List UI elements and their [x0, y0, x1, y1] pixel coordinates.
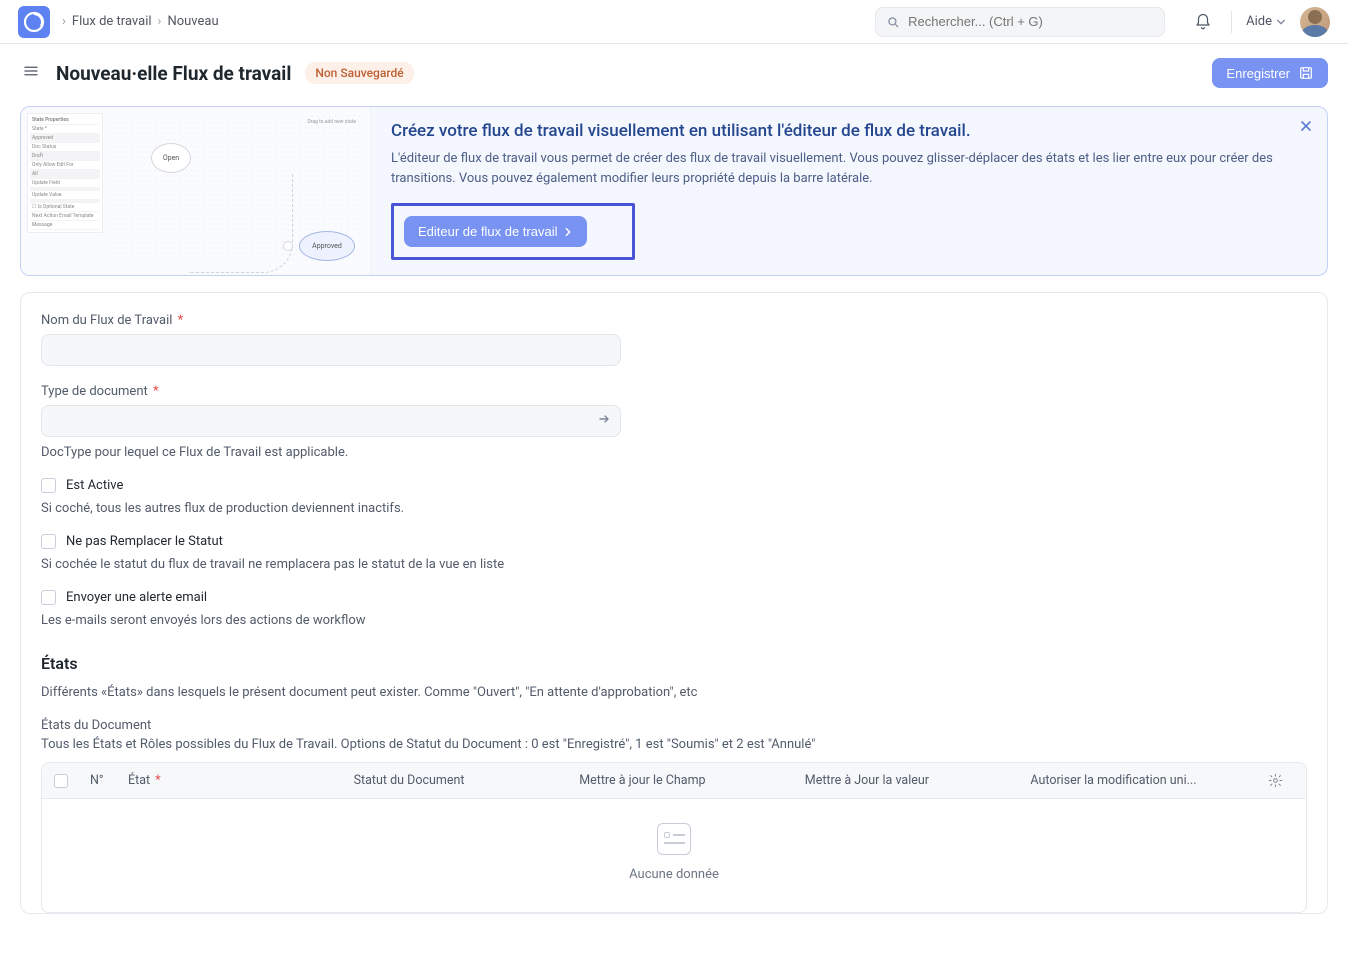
status-badge: Non Sauvegardé — [305, 62, 413, 84]
document-type-help: DocType pour lequel ce Flux de Travail e… — [41, 445, 621, 460]
states-section-desc: Différents «États» dans lesquels le prés… — [41, 685, 1307, 700]
states-section-title: États — [41, 654, 1307, 673]
banner-close-button[interactable] — [1299, 119, 1313, 137]
col-header-state: État * — [118, 773, 344, 788]
user-avatar[interactable] — [1300, 7, 1330, 37]
notifications-bell[interactable] — [1189, 8, 1217, 36]
workflow-name-label: Nom du Flux de Travail * — [41, 313, 621, 328]
banner-title: Créez votre flux de travail visuellement… — [391, 121, 1307, 141]
arrow-right-icon — [597, 412, 611, 430]
breadcrumb-new: Nouveau — [167, 14, 218, 29]
send-email-label[interactable]: Envoyer une alerte email — [66, 590, 207, 605]
col-header-allow-edit: Autoriser la modification uni... — [1020, 773, 1246, 788]
override-status-checkbox[interactable] — [41, 534, 56, 549]
menu-icon — [22, 62, 40, 80]
save-icon — [1298, 65, 1314, 81]
document-states-label: États du Document — [41, 718, 1307, 733]
empty-list-icon — [657, 823, 691, 855]
col-header-number: N° — [80, 773, 118, 788]
col-header-update-value: Mettre à Jour la valeur — [795, 773, 1021, 788]
form-card: Nom du Flux de Travail * Type de documen… — [20, 292, 1328, 914]
states-table: N° État * Statut du Document Mettre à jo… — [41, 762, 1307, 913]
is-active-checkbox[interactable] — [41, 478, 56, 493]
document-type-select[interactable] — [41, 405, 621, 437]
banner-illustration: State Properties State *Approved Doc Sta… — [21, 107, 371, 275]
breadcrumb: › Flux de travail › Nouveau — [62, 14, 219, 29]
document-states-help: Tous les États et Rôles possibles du Flu… — [41, 737, 1307, 752]
select-all-checkbox[interactable] — [54, 774, 68, 788]
col-header-status: Statut du Document — [344, 773, 570, 788]
chevron-right-icon: › — [62, 14, 66, 29]
table-empty-state: Aucune donnée — [42, 799, 1306, 912]
override-status-help: Si cochée le statut du flux de travail n… — [41, 557, 1307, 572]
chevron-right-icon — [563, 227, 573, 237]
page-header: Nouveau·elle Flux de travail Non Sauvega… — [0, 44, 1348, 106]
chevron-down-icon — [1276, 17, 1286, 27]
empty-text: Aucune donnée — [629, 867, 719, 882]
bell-icon — [1194, 13, 1212, 31]
breadcrumb-workflow[interactable]: Flux de travail — [72, 14, 152, 29]
workflow-name-input[interactable] — [41, 334, 621, 366]
top-nav: › Flux de travail › Nouveau Aide — [0, 0, 1348, 44]
send-email-help: Les e-mails seront envoyés lors des acti… — [41, 613, 1307, 628]
banner-description: L'éditeur de flux de travail vous permet… — [391, 149, 1307, 189]
col-header-update-field: Mettre à jour le Champ — [569, 773, 795, 788]
search-input[interactable] — [908, 14, 1154, 29]
save-button[interactable]: Enregistrer — [1212, 58, 1328, 88]
search-box[interactable] — [875, 7, 1165, 37]
page-title: Nouveau·elle Flux de travail — [56, 62, 291, 85]
divider — [1231, 11, 1232, 33]
gear-icon — [1268, 773, 1283, 788]
close-icon — [1299, 119, 1313, 133]
app-logo[interactable] — [18, 6, 50, 38]
col-header-settings[interactable] — [1246, 773, 1306, 788]
table-header-row: N° État * Statut du Document Mettre à jo… — [42, 763, 1306, 799]
is-active-help: Si coché, tous les autres flux de produc… — [41, 501, 1307, 516]
banner-button-highlight: Editeur de flux de travail — [391, 203, 635, 260]
is-active-label[interactable]: Est Active — [66, 478, 123, 493]
sidebar-toggle[interactable] — [20, 60, 42, 86]
send-email-checkbox[interactable] — [41, 590, 56, 605]
open-workflow-editor-button[interactable]: Editeur de flux de travail — [404, 216, 587, 247]
workflow-editor-banner: State Properties State *Approved Doc Sta… — [20, 106, 1328, 276]
search-icon — [886, 15, 900, 29]
chevron-right-icon: › — [158, 14, 162, 29]
document-type-label: Type de document * — [41, 384, 621, 399]
help-label: Aide — [1246, 14, 1272, 29]
banner-button-label: Editeur de flux de travail — [418, 224, 557, 239]
override-status-label[interactable]: Ne pas Remplacer le Statut — [66, 534, 223, 549]
save-button-label: Enregistrer — [1226, 66, 1290, 81]
help-dropdown[interactable]: Aide — [1246, 14, 1286, 29]
